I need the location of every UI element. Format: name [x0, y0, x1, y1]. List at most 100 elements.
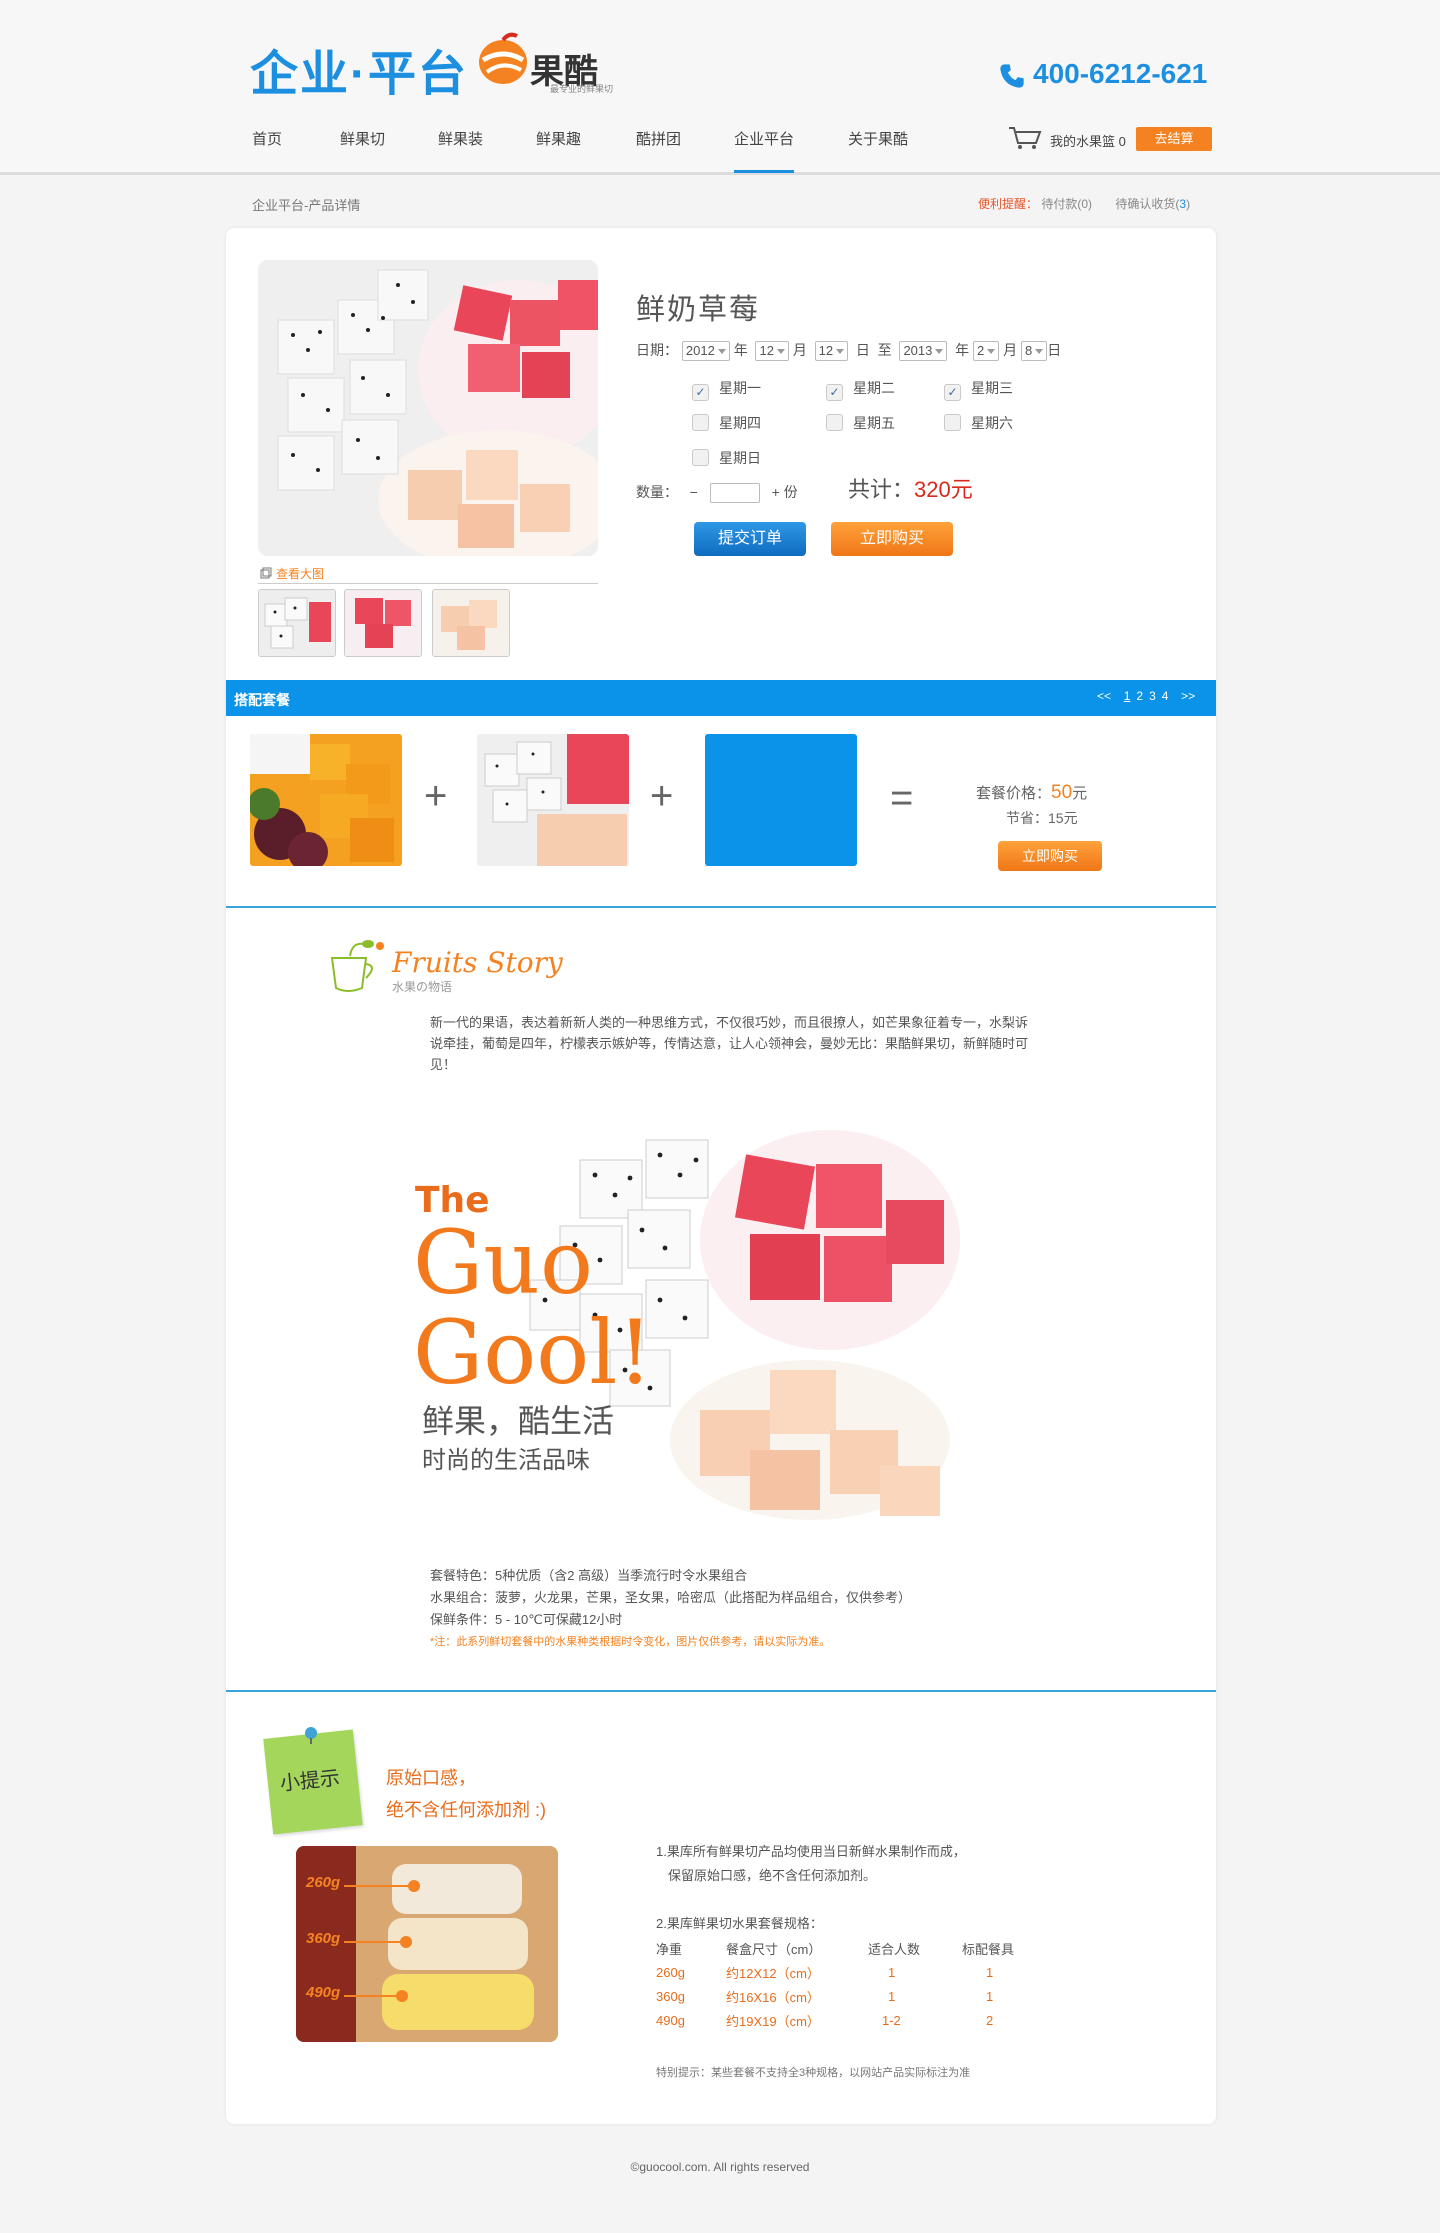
pager-page-4[interactable]: 4: [1162, 689, 1169, 703]
weekday-sunday[interactable]: 星期日: [692, 448, 761, 468]
tip-note-label: 小提示: [278, 1767, 341, 1796]
pending-confirm-suffix: ): [1186, 197, 1191, 211]
hero-gool: Gool!: [413, 1301, 653, 1404]
site-header: 企业·平台 果酷 最专业的鲜果切 400-6212-621 首页 鲜果切 鲜果装…: [0, 0, 1440, 175]
pager-page-2[interactable]: 2: [1136, 689, 1143, 703]
from-day-select[interactable]: 12: [814, 341, 849, 362]
weekday-tuesday[interactable]: ✓ 星期二: [826, 378, 895, 401]
special-notice: 特别提示：某些套餐不支持全3种规格，以网站产品实际标注为准: [656, 2067, 971, 2079]
package-buy-button[interactable]: 立即购买: [998, 841, 1102, 871]
thumbnail-dragonfruit[interactable]: [258, 589, 336, 657]
product-image[interactable]: [258, 260, 598, 556]
checkbox-checked[interactable]: ✓: [692, 384, 709, 401]
checkbox[interactable]: [944, 414, 961, 431]
cart-label[interactable]: 我的水果篮 0: [1050, 131, 1126, 150]
checkbox[interactable]: [692, 449, 709, 466]
quantity-input[interactable]: [709, 483, 760, 504]
story-text: 新一代的果语，表达着新新人类的一种思维方式，不仅很巧妙，而且很撩人，如芒果象征着…: [430, 1015, 1029, 1072]
pending-confirm-link[interactable]: 待确认收货(3): [1115, 197, 1190, 211]
weekday-monday[interactable]: ✓ 星期一: [692, 378, 761, 401]
pager-page-3[interactable]: 3: [1149, 689, 1156, 703]
cell-servings: 1: [888, 1964, 896, 1980]
footer-copyright: ©guocool.com. All rights reserved: [630, 2160, 810, 2174]
weekday-wednesday[interactable]: ✓ 星期三: [944, 378, 1013, 401]
combo-item-placeholder[interactable]: [705, 734, 857, 866]
nav-group-buy[interactable]: 酷拼团: [636, 128, 681, 170]
cart-icon[interactable]: [1008, 125, 1042, 151]
to-day-select[interactable]: 8: [1021, 341, 1048, 362]
checkout-button[interactable]: 去结算: [1136, 127, 1212, 151]
nav-enterprise[interactable]: 企业平台: [734, 128, 795, 173]
from-month-select[interactable]: 12: [755, 341, 789, 362]
to-month-select[interactable]: 2: [973, 341, 1000, 362]
feature-line: 套餐特色：5种优质（含2 高级）当季流行时令水果组合: [430, 1568, 748, 1583]
from-year-select[interactable]: 2012: [681, 341, 730, 362]
quantity-plus-button[interactable]: +: [772, 484, 780, 500]
package-title: 搭配套餐: [234, 692, 290, 708]
buy-now-button[interactable]: 立即购买: [831, 522, 953, 556]
story-title: Fruits Story: [392, 946, 563, 979]
tip-line-2: 绝不含任何添加剂 :): [386, 1800, 546, 1820]
pager-page-1[interactable]: 1: [1124, 689, 1131, 703]
header-utensils: 标配餐具: [962, 1941, 1015, 1957]
to-year-select[interactable]: 2013: [899, 341, 948, 362]
submit-order-button[interactable]: 提交订单: [694, 522, 806, 556]
combo-equals: =: [890, 776, 914, 820]
pending-payment-link[interactable]: 待付款(0): [1041, 197, 1092, 211]
weekday-label: 星期二: [853, 380, 895, 396]
info-line-1: 1.果库所有鲜果切产品均使用当日新鲜水果制作而成，: [656, 1844, 966, 1859]
combo-plus-2: +: [650, 774, 674, 818]
reminder-label: 便利提醒：: [978, 197, 1039, 211]
thumbnail-watermelon[interactable]: [344, 589, 422, 657]
spec-info: 1.果库所有鲜果切产品均使用当日新鲜水果制作而成， 保留原始口感，绝不含任何添加…: [656, 1840, 966, 1936]
tip-headline: 原始口感， 绝不含任何添加剂 :): [386, 1762, 546, 1826]
to-year-unit: 年: [955, 342, 970, 358]
view-large-link[interactable]: 查看大图: [276, 565, 324, 582]
cell-utensils: 1: [986, 1988, 994, 2004]
from-day-unit: 日: [855, 342, 870, 358]
thumbnail-melon[interactable]: [432, 589, 510, 657]
checkbox[interactable]: [826, 414, 843, 431]
date-range: 日期： 2012 年 12 月 12 日 至 2013 年 2 月 8日: [636, 340, 1062, 362]
feature-line: 保鲜条件：5 - 10℃可保藏12小时: [430, 1612, 623, 1627]
weekday-thursday[interactable]: 星期四: [692, 413, 761, 433]
to-day-unit: 日: [1047, 342, 1062, 358]
table-header-row: 净重 餐盒尺寸（cm） 适合人数 标配餐具: [656, 1936, 1014, 1960]
tip-line-1: 原始口感，: [386, 1768, 476, 1788]
product-title: 鲜奶草莓: [636, 294, 761, 326]
package-save-label: 节省：: [1006, 810, 1048, 826]
date-label: 日期：: [636, 342, 678, 358]
cell-utensils: 1: [986, 1964, 994, 1980]
hero-guo: Guo: [413, 1211, 593, 1314]
weekday-saturday[interactable]: 星期六: [944, 413, 1013, 433]
checkbox-checked[interactable]: ✓: [826, 384, 843, 401]
to-month-unit: 月: [1003, 342, 1018, 358]
combo-item-dragonfruit[interactable]: [477, 734, 629, 866]
nav-fresh-pack[interactable]: 鲜果装: [438, 128, 483, 170]
package-savings: 节省：15元: [1006, 808, 1078, 828]
package-price-label: 套餐价格：: [976, 785, 1052, 802]
pending-confirm-prefix: 待确认收货(: [1115, 197, 1180, 211]
section-divider: [226, 1690, 1216, 1692]
quantity-row: 数量： − + 份: [636, 482, 798, 504]
nav-home[interactable]: 首页: [252, 128, 282, 170]
pager-prev[interactable]: <<: [1097, 689, 1111, 703]
nav-about[interactable]: 关于果酷: [848, 128, 908, 170]
platform-logo[interactable]: 企业·平台: [250, 34, 468, 104]
nav-fresh-fun[interactable]: 鲜果趣: [536, 128, 581, 170]
weekday-friday[interactable]: 星期五: [826, 413, 895, 433]
size-label-490g: 490g: [306, 1984, 341, 2001]
quantity-minus-button[interactable]: −: [690, 484, 698, 500]
combo-item-mango-mix[interactable]: [250, 734, 402, 866]
enlarge-icon[interactable]: [260, 567, 272, 579]
order-total: 共计：320元: [848, 472, 973, 504]
spec-table: 净重 餐盒尺寸（cm） 适合人数 标配餐具 260g 约12X12（cm） 1 …: [656, 1936, 1014, 2032]
checkbox[interactable]: [692, 414, 709, 431]
header-weight: 净重: [656, 1941, 683, 1957]
nav-fresh-cut[interactable]: 鲜果切: [340, 128, 385, 170]
checkbox-checked[interactable]: ✓: [944, 384, 961, 401]
total-price: 320元: [914, 477, 973, 502]
pager-next[interactable]: >>: [1181, 689, 1195, 703]
package-price-value: 50: [1051, 782, 1073, 803]
breadcrumb: 企业平台-产品详情: [252, 198, 361, 213]
